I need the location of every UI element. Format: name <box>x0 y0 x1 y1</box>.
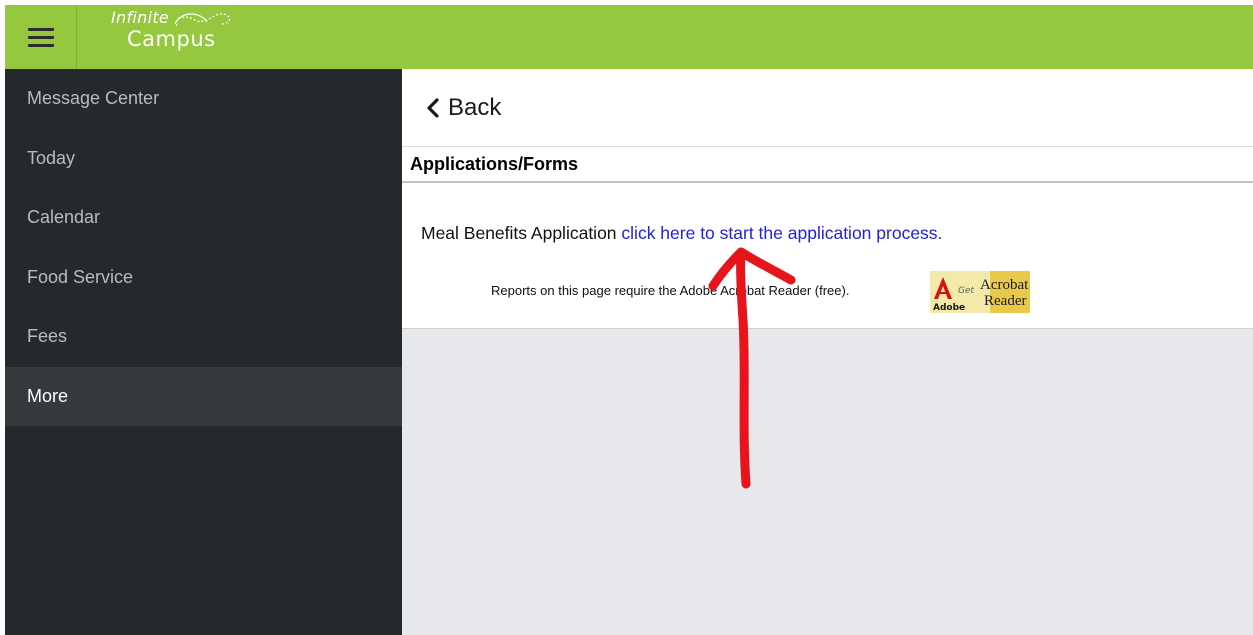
sidebar-item-more[interactable]: More <box>5 366 402 426</box>
sidebar-item-fees[interactable]: Fees <box>5 307 402 367</box>
main-content: Back Applications/Forms Meal Benefits Ap… <box>402 69 1253 635</box>
get-acrobat-reader-badge[interactable]: Adobe Get Acrobat Reader <box>930 271 1030 313</box>
meal-benefits-row: Meal Benefits Application click here to … <box>421 223 942 244</box>
back-button[interactable]: Back <box>402 69 1253 147</box>
meal-benefits-label: Meal Benefits Application <box>421 223 617 243</box>
infinite-campus-logo[interactable]: Infinite Campus <box>101 8 261 56</box>
infinity-swoosh-icon <box>174 13 231 27</box>
sidebar-item-message-center[interactable]: Message Center <box>5 69 402 129</box>
hamburger-icon <box>27 27 54 31</box>
start-application-link[interactable]: click here to start the application proc… <box>621 223 942 243</box>
section-title: Applications/Forms <box>402 147 1253 183</box>
sidebar-item-today[interactable]: Today <box>5 129 402 189</box>
applications-panel: Meal Benefits Application click here to … <box>402 183 1253 329</box>
sidebar-nav: Message Center Today Calendar Food Servi… <box>5 69 402 635</box>
svg-text:Acrobat: Acrobat <box>980 277 1029 293</box>
svg-text:Adobe: Adobe <box>933 303 965 313</box>
acrobat-requirement-note: Reports on this page require the Adobe A… <box>491 283 850 298</box>
hamburger-menu-button[interactable] <box>5 5 77 69</box>
svg-text:Get: Get <box>958 286 975 296</box>
svg-text:Reader: Reader <box>984 293 1026 309</box>
sidebar-item-food-service[interactable]: Food Service <box>5 248 402 308</box>
back-label: Back <box>448 93 502 121</box>
sidebar-item-calendar[interactable]: Calendar <box>5 188 402 248</box>
top-bar: Infinite Campus <box>5 5 1253 69</box>
chevron-left-icon <box>427 97 439 118</box>
